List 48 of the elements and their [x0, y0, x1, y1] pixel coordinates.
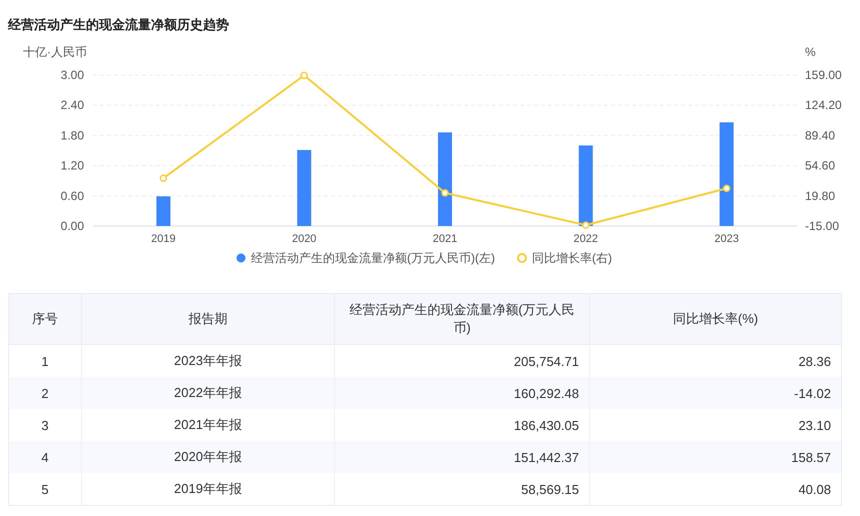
y-axis-label: 89.40 [805, 128, 836, 142]
axis-unit-label: % [805, 45, 816, 59]
table-cell-text: 40.08 [797, 480, 832, 498]
table-cell: 158.57 [590, 441, 841, 473]
legend-label[interactable]: 经营活动产生的现金流量净额(万元人民币)(左) [251, 251, 495, 265]
table-cell: 160,292.48 [335, 377, 590, 409]
y-axis-label: 2.40 [60, 98, 84, 112]
column-header: 序号 [9, 294, 82, 345]
table-cell: 2 [9, 377, 82, 409]
data-point [300, 72, 308, 80]
y-axis-label: 159.00 [805, 68, 842, 82]
x-axis-label: 2022 [574, 233, 598, 245]
y-axis-label: -15.00 [805, 219, 840, 233]
y-axis-label: 1.20 [60, 158, 84, 173]
y-axis-label: 3.00 [60, 68, 84, 82]
column-header: 经营活动产生的现金流量净额(万元人民币) [335, 294, 590, 345]
data-point [160, 174, 168, 182]
y-axis-label: 0.60 [60, 188, 84, 203]
table-cell-text: 28.36 [797, 352, 832, 370]
legend-marker[interactable] [236, 254, 246, 262]
table-cell: 5 [9, 473, 82, 505]
legend-marker[interactable] [517, 253, 527, 263]
y-axis-label: 19.80 [805, 188, 836, 203]
y-axis-label: 0.00 [60, 219, 84, 233]
table-cell: 2019年年报 [82, 473, 335, 505]
x-axis-label: 2021 [432, 233, 458, 245]
table-cell: -14.02 [590, 377, 841, 409]
y-axis-label: 124.20 [805, 98, 842, 112]
table-cell: 2020年年报 [82, 441, 335, 473]
x-axis-label: 2020 [292, 233, 316, 245]
column-header: 同比增长率(%) [590, 294, 841, 345]
data-point [441, 189, 449, 197]
table-cell: 4 [9, 441, 82, 473]
legend-label[interactable]: 同比增长率(右) [532, 251, 612, 265]
chart-title: 经营活动产生的现金流量净额历史趋势 [6, 16, 230, 34]
table-cell: 2022年年报 [82, 377, 335, 409]
table-cell: 58,569.15 [335, 473, 590, 505]
y-axis-label: 54.60 [805, 158, 836, 173]
data-point [722, 184, 730, 192]
column-header: 报告期 [82, 294, 335, 345]
x-axis-label: 2023 [714, 233, 739, 245]
table-cell-text: 23.10 [797, 416, 832, 434]
data-point [582, 221, 590, 229]
bar [156, 196, 170, 226]
axis-unit-label: 十亿·人民币 [23, 45, 87, 59]
y-axis-label: 1.80 [60, 128, 84, 142]
table-cell: 151,442.37 [335, 441, 590, 473]
x-axis-label: 2019 [151, 233, 176, 245]
